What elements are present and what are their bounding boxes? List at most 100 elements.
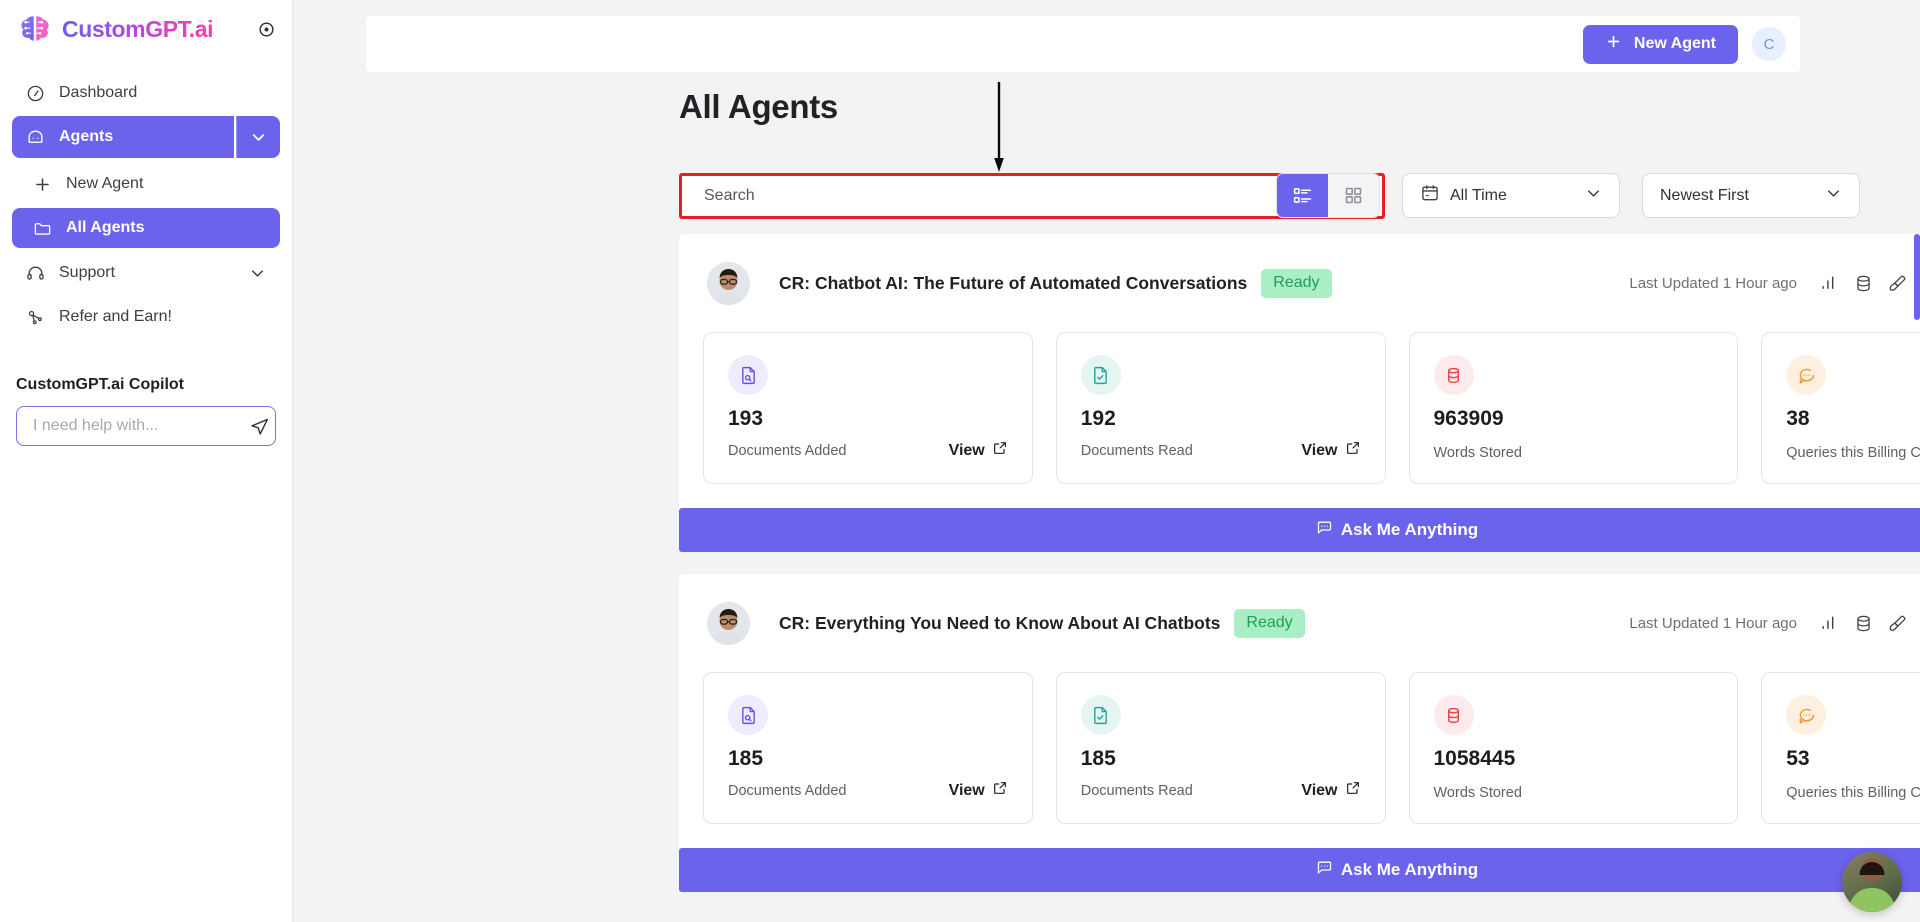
paintbrush-icon[interactable]: [1887, 613, 1907, 633]
database-icon[interactable]: [1853, 613, 1873, 633]
chevron-down-icon: [1824, 184, 1843, 208]
stat-footer: Documents Read View: [1081, 780, 1361, 801]
sidebar-item-dashboard[interactable]: Dashboard: [12, 72, 280, 114]
gauge-icon: [25, 83, 45, 103]
sidebar-item-support[interactable]: Support: [12, 252, 280, 294]
external-link-icon: [992, 440, 1008, 461]
stat-card-words-stored: 1058445 Words Stored: [1408, 672, 1739, 824]
chat-dots-icon: [1786, 695, 1827, 735]
stat-value: 185: [728, 747, 764, 770]
annotation-arrow-icon: [993, 82, 1005, 174]
document-check-icon: [1080, 695, 1121, 735]
copilot-input[interactable]: [33, 417, 240, 435]
user-avatar[interactable]: C: [1752, 27, 1786, 61]
document-search-icon: [728, 695, 768, 735]
agent-meta: Last Updated 1 Hour ago: [1629, 273, 1920, 293]
paintbrush-icon[interactable]: [1887, 273, 1907, 293]
new-agent-label: New Agent: [1633, 35, 1716, 52]
stat-footer: Documents Added View: [728, 780, 1008, 801]
stat-card-queries: 53 Queries this Billing Cycle: [1761, 672, 1920, 824]
analytics-bar-chart-icon[interactable]: [1819, 273, 1839, 293]
brain-icon: [18, 12, 52, 46]
support-chevron-down-icon[interactable]: [248, 264, 267, 283]
sidebar-item-refer-and-earn[interactable]: Refer and Earn!: [12, 296, 280, 338]
stat-card-documents-added: 193 Documents Added View: [703, 332, 1033, 484]
stat-footer: Words Stored: [1434, 445, 1714, 461]
sidebar-subitem-label: All Agents: [66, 219, 145, 236]
stat-view-link[interactable]: View: [949, 780, 1008, 801]
agent-avatar: [707, 261, 750, 305]
stat-label: Documents Added: [728, 442, 847, 459]
sort-filter-dropdown[interactable]: Newest First: [1642, 173, 1860, 218]
stat-value: 192: [1080, 407, 1116, 430]
analytics-bar-chart-icon[interactable]: [1819, 613, 1839, 633]
status-badge: Ready: [1261, 268, 1332, 298]
scrollbar-thumb[interactable]: [1914, 234, 1920, 320]
stat-card-queries: 38 Queries this Billing Cycle: [1761, 332, 1920, 484]
agent-title: CR: Chatbot AI: The Future of Automated …: [779, 272, 1248, 293]
stat-footer: Queries this Billing Cycle: [1786, 785, 1920, 801]
stat-footer: Words Stored: [1434, 785, 1714, 801]
ask-me-anything-label: Ask Me Anything: [1340, 860, 1479, 879]
new-agent-button[interactable]: New Agent: [1582, 24, 1738, 64]
sidebar-subitem-label: New Agent: [66, 175, 144, 192]
grid-view-icon[interactable]: [1328, 174, 1379, 217]
chevron-down-icon: [1584, 184, 1603, 208]
sidebar-item-label: Refer and Earn!: [59, 308, 172, 325]
chat-bubble-icon: [25, 127, 45, 147]
time-filter-label: All Time: [1450, 186, 1507, 204]
list-controls: All Time Newest First: [1276, 173, 1860, 218]
main-content: New Agent C All Agents Search All Time N…: [293, 0, 1920, 922]
sidebar-item-label: Support: [59, 264, 116, 281]
stat-footer: Documents Read View: [1081, 440, 1361, 461]
stat-view-label: View: [948, 441, 985, 459]
agent-stats-row: 193 Documents Added View 192 Documents R…: [679, 332, 1920, 484]
sidebar-item-new-agent[interactable]: New Agent: [12, 164, 280, 204]
stat-view-link[interactable]: View: [1301, 780, 1360, 801]
list-view-icon[interactable]: [1277, 174, 1328, 217]
sidebar-item-agents[interactable]: Agents: [12, 116, 234, 158]
search-input[interactable]: [704, 187, 1345, 205]
page-title: All Agents: [679, 88, 838, 125]
agent-card-header: CR: Chatbot AI: The Future of Automated …: [679, 234, 1920, 332]
stat-value: 963909: [1433, 407, 1504, 430]
ask-me-anything-button[interactable]: Ask Me Anything: [679, 508, 1920, 552]
copilot-input-box[interactable]: [16, 406, 276, 446]
send-icon[interactable]: [248, 415, 270, 437]
database-icon: [1433, 695, 1474, 735]
sidebar-agents-chevron-down-icon[interactable]: [236, 116, 280, 158]
calendar-icon: [1420, 183, 1440, 208]
stat-view-label: View: [1301, 781, 1338, 799]
stat-label: Documents Added: [728, 782, 847, 799]
agent-meta: Last Updated 1 Hour ago: [1629, 613, 1920, 633]
external-link-icon: [1345, 440, 1361, 461]
headset-icon: [25, 263, 45, 283]
time-filter-dropdown[interactable]: All Time: [1402, 173, 1620, 218]
circle-dot-icon[interactable]: [254, 17, 278, 41]
sidebar-nav: Dashboard Agents: [0, 58, 292, 158]
top-bar: New Agent C: [366, 16, 1800, 72]
document-search-icon: [728, 355, 768, 395]
stat-label: Documents Read: [1080, 782, 1193, 799]
stat-view-link[interactable]: View: [1301, 440, 1360, 461]
support-agent-avatar[interactable]: [1842, 852, 1902, 912]
status-badge: Ready: [1234, 608, 1305, 638]
agent-last-updated: Last Updated 1 Hour ago: [1629, 274, 1797, 292]
sidebar: CustomGPT.ai Dashboard Agents New Agent …: [0, 0, 293, 922]
brand-row: CustomGPT.ai: [0, 0, 292, 58]
sidebar-item-all-agents[interactable]: All Agents: [12, 208, 280, 248]
stat-value: 185: [1080, 747, 1116, 770]
agent-last-updated: Last Updated 1 Hour ago: [1629, 614, 1797, 632]
stat-view-link[interactable]: View: [949, 440, 1008, 461]
sort-filter-label: Newest First: [1660, 186, 1749, 204]
stat-value: 193: [728, 407, 764, 430]
external-link-icon: [992, 780, 1008, 801]
agent-list[interactable]: CR: Chatbot AI: The Future of Automated …: [679, 234, 1920, 922]
sidebar-item-label: Agents: [59, 128, 114, 145]
agent-card: CR: Everything You Need to Know About AI…: [679, 574, 1920, 892]
avatar-initial: C: [1763, 35, 1775, 53]
database-icon[interactable]: [1853, 273, 1873, 293]
ask-me-anything-button[interactable]: Ask Me Anything: [679, 848, 1920, 892]
chat-bubble-icon: [1316, 859, 1333, 881]
document-check-icon: [1080, 355, 1121, 395]
